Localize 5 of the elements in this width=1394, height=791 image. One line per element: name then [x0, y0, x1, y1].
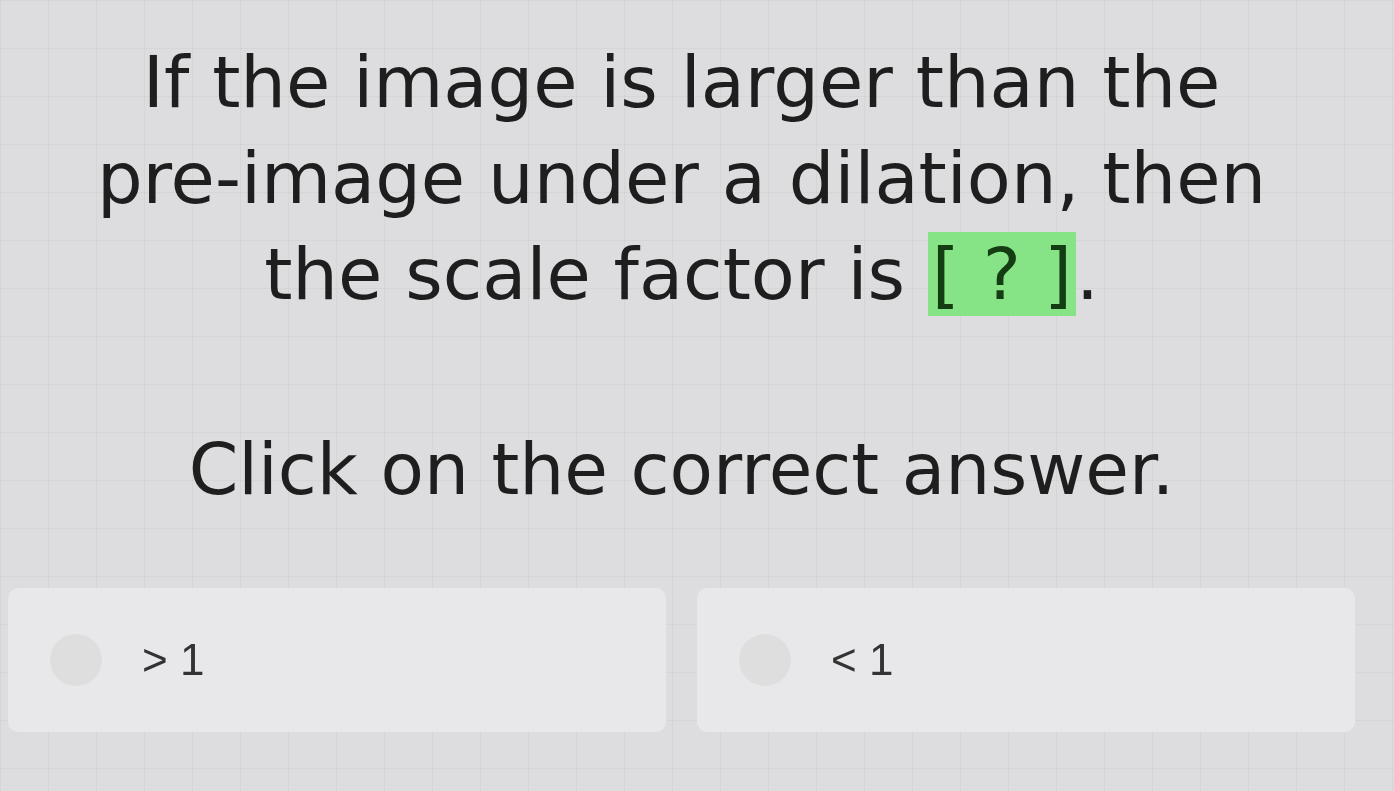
- question-text: If the image is larger than the pre-image under a dilation, then the scale factor is [ ? ].: [95, 39, 1268, 318]
- answer-option[interactable]: > 1: [8, 588, 666, 732]
- answer-blank: [ ? ]: [927, 232, 1076, 316]
- answer-option[interactable]: < 1: [697, 588, 1355, 732]
- instruction-text: Click on the correct answer.: [188, 430, 1175, 510]
